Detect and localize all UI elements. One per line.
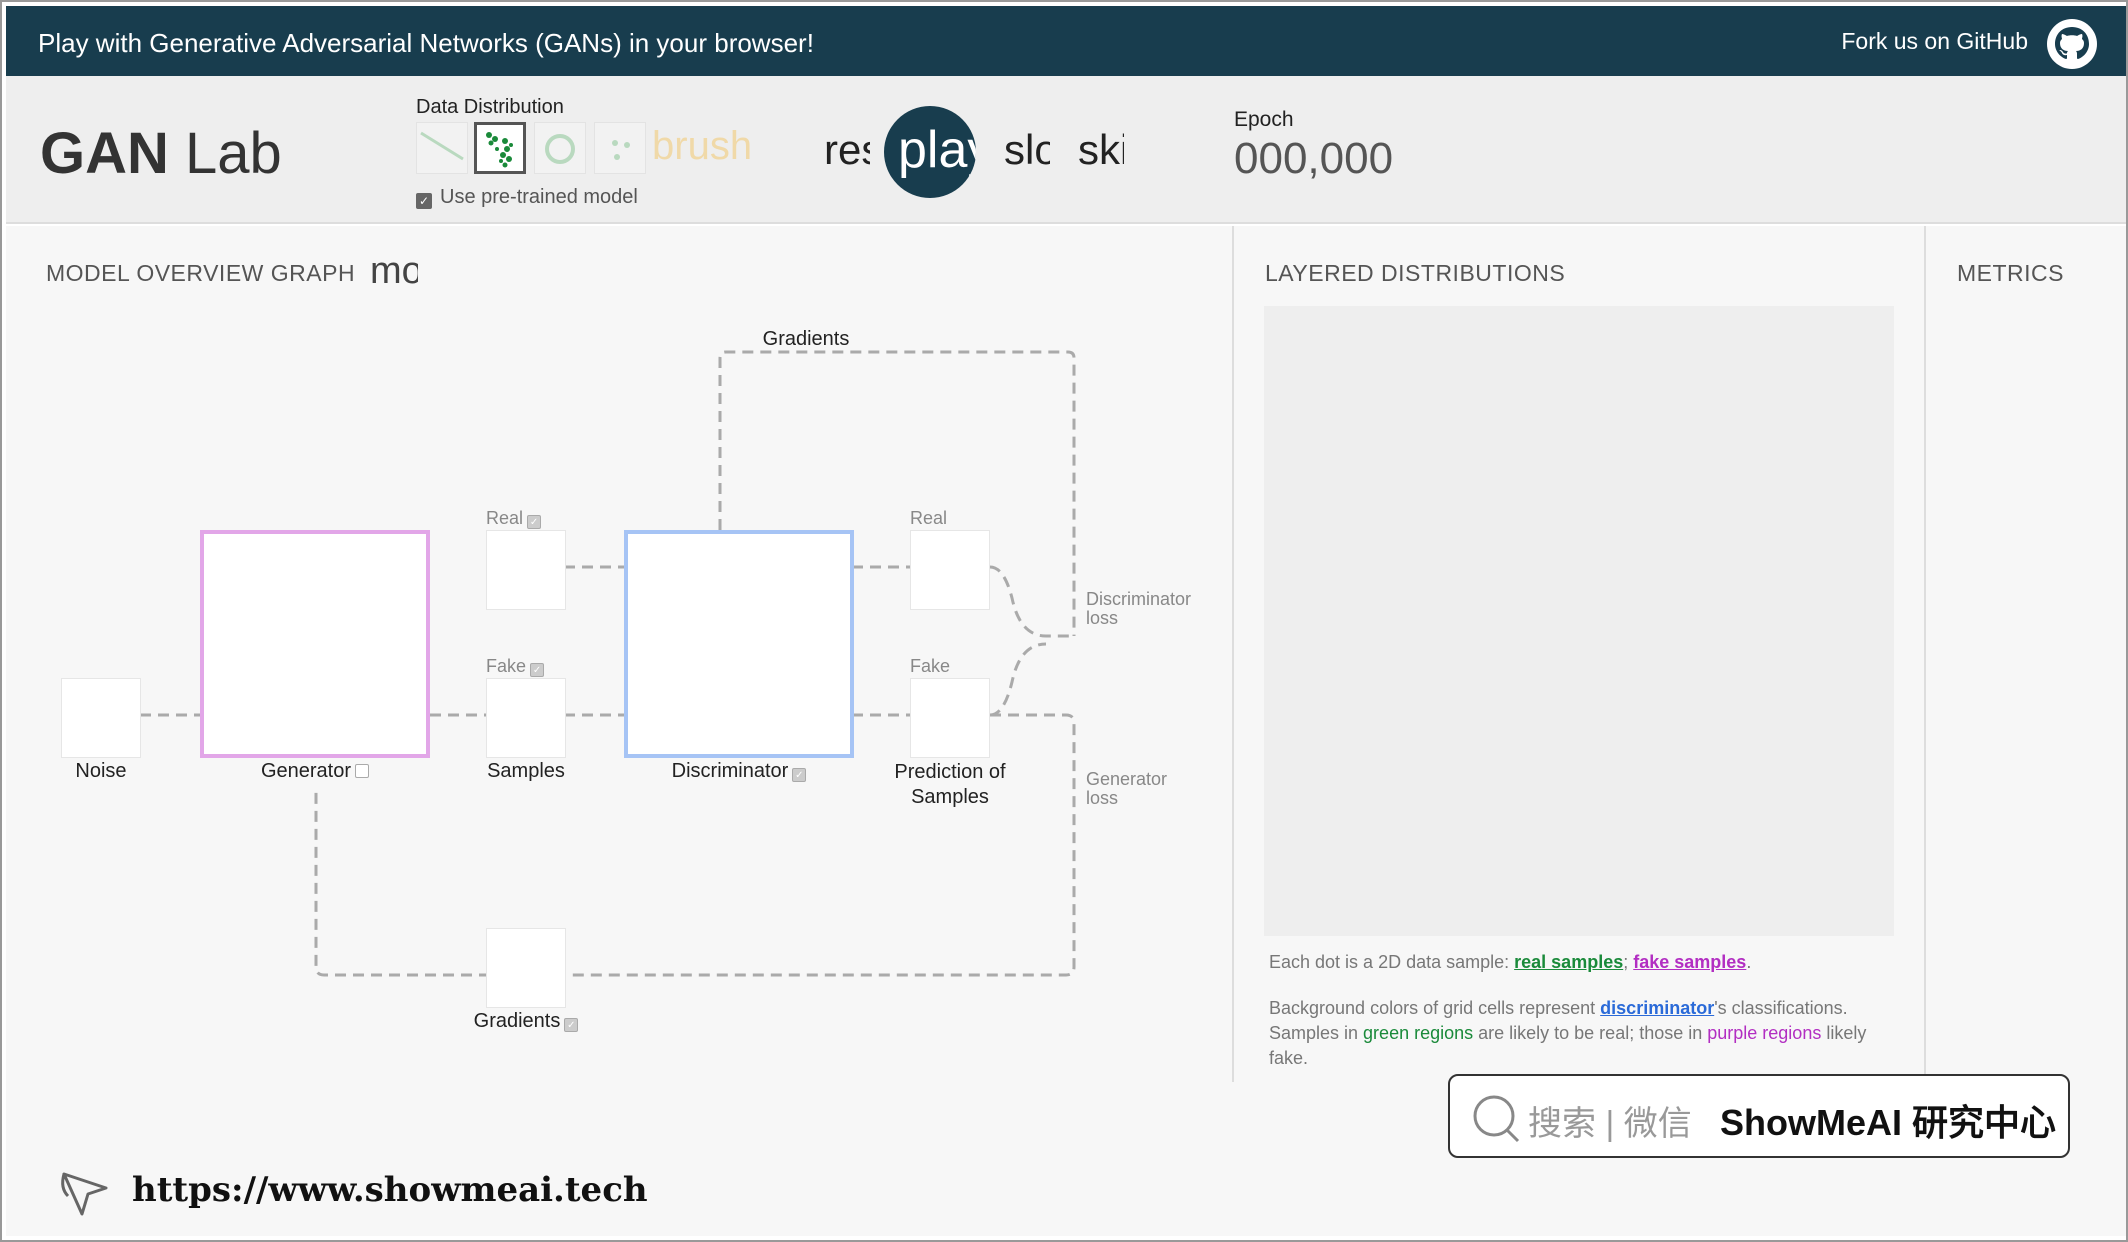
brand-text: ShowMeAI 研究中心: [1720, 1102, 2057, 1143]
model-overview-graph: Noise Generator Real ✓ Fake ✓ Samples Disc…: [6, 226, 1236, 1236]
search-text: 搜索 | 微信: [1528, 1105, 1692, 1143]
banner-title: Play with Generative Adversarial Network…: [38, 28, 814, 58]
dist-brush-option[interactable]: brush: [652, 124, 752, 169]
pretrained-checkbox[interactable]: ✓ Use pre-trained model: [416, 186, 638, 209]
ring-dist-icon: [545, 134, 575, 164]
discriminator-checkbox[interactable]: ✓: [792, 768, 807, 782]
discriminator-node[interactable]: [624, 530, 854, 758]
generator-checkbox[interactable]: [355, 764, 370, 778]
noise-node[interactable]: [61, 678, 141, 758]
step-button[interactable]: skip: [1078, 126, 1124, 174]
cursor-icon: [61, 1172, 108, 1216]
real-samples-link[interactable]: real samples: [1514, 952, 1623, 972]
check-icon: ✓: [416, 193, 432, 209]
samples-label: Samples: [487, 760, 565, 782]
slow-button[interactable]: slow: [1004, 126, 1050, 174]
dist-gaussian-option[interactable]: [474, 122, 526, 174]
fake-samples-link[interactable]: fake samples: [1633, 952, 1746, 972]
layered-distributions-title: LAYERED DISTRIBUTIONS: [1265, 260, 1566, 286]
generator-label: Generator: [200, 760, 430, 783]
noise-label: Noise: [75, 760, 127, 782]
play-button[interactable]: play: [884, 106, 976, 198]
bottom-gradients-label: Gradients ✓: [446, 1010, 606, 1033]
app-logo: GAN Lab: [40, 121, 282, 186]
pred-real-node[interactable]: [910, 530, 990, 610]
layered-distributions-canvas[interactable]: [1264, 306, 1894, 936]
fake-input-checkbox[interactable]: ✓: [530, 663, 545, 677]
search-badge: 搜索 | 微信 ShowMeAI 研究中心: [1448, 1074, 2070, 1158]
header-bar: GAN Lab Data Distribution brush ✓ Use pr…: [6, 76, 2126, 224]
background-legend: Background colors of grid cells represen…: [1269, 998, 1867, 1068]
data-distribution-selector: brush: [416, 122, 756, 178]
fake-input-label: Fake ✓: [486, 656, 545, 677]
discriminator-link[interactable]: discriminator: [1600, 998, 1714, 1018]
gaussian-dist-icon: [486, 132, 513, 168]
discriminator-label: Discriminator ✓: [624, 760, 854, 783]
dist-clusters-option[interactable]: [594, 122, 646, 174]
pred-real-label: Real: [910, 508, 948, 528]
data-distribution-label: Data Distribution: [416, 96, 564, 118]
clusters-dist-icon: [612, 140, 630, 160]
github-icon[interactable]: [2046, 18, 2098, 70]
epoch-label: Epoch: [1234, 108, 1294, 131]
prediction-label: Prediction of Samples: [894, 761, 1006, 808]
fake-samples-node[interactable]: [486, 678, 566, 758]
line-dist-icon: [420, 131, 464, 161]
gradients-checkbox[interactable]: ✓: [564, 1018, 579, 1032]
showmeai-url[interactable]: https://www.showmeai.tech: [132, 1170, 648, 1210]
epoch-value: 000,000: [1234, 134, 1394, 183]
panel-divider: [1924, 226, 1926, 1074]
search-icon: [1473, 1095, 1520, 1143]
page-frame: Play with Generative Adversarial Network…: [0, 0, 2128, 1242]
gradients-node[interactable]: [486, 928, 566, 1008]
real-samples-node[interactable]: [486, 530, 566, 610]
dist-ring-option[interactable]: [534, 122, 586, 174]
dist-line-option[interactable]: [416, 122, 468, 174]
generator-loss-label: Generator loss: [1086, 769, 1168, 808]
reset-button[interactable]: reset: [824, 126, 870, 174]
top-banner: Play with Generative Adversarial Network…: [6, 6, 2126, 76]
pred-fake-node[interactable]: [910, 678, 990, 758]
graph-connectors: [140, 350, 1076, 977]
discriminator-loss-label: Discriminator loss: [1086, 589, 1192, 628]
metrics-title: METRICS: [1957, 260, 2064, 286]
fork-github-link[interactable]: Fork us on GitHub: [1841, 28, 2028, 55]
real-input-checkbox[interactable]: ✓: [527, 515, 542, 529]
real-input-label: Real ✓: [486, 508, 542, 529]
generator-node[interactable]: [200, 530, 430, 758]
pred-fake-label: Fake: [910, 656, 951, 676]
top-gradients-label: Gradients: [762, 328, 850, 350]
samples-legend: Each dot is a 2D data sample: real sampl…: [1269, 952, 1752, 972]
